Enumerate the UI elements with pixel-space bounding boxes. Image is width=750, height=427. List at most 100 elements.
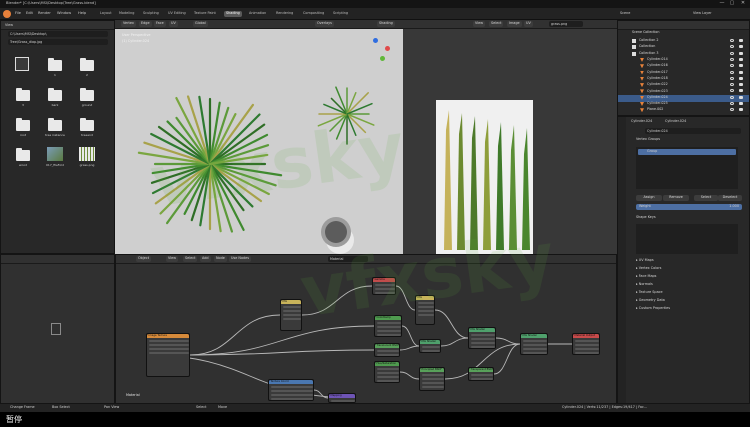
outliner-item[interactable]: Plane.002 — [618, 107, 749, 114]
shader-node[interactable]: Transparent BSDF — [468, 367, 494, 381]
visibility-eye-icon[interactable] — [730, 51, 734, 55]
outliner-root[interactable]: Scene Collection — [632, 30, 659, 38]
outliner-item-label[interactable]: Cylinder.024 — [647, 95, 668, 99]
tab-shading[interactable]: Shading — [224, 11, 242, 17]
shader-node[interactable]: Mix Shader — [520, 333, 548, 355]
render-camera-icon[interactable] — [739, 89, 743, 93]
minimize-button[interactable]: — — [718, 1, 726, 7]
outliner-item-label[interactable]: Cylinder.023 — [647, 89, 668, 93]
file-item[interactable]: bark — [41, 87, 69, 113]
viewport-menu-uv[interactable]: UV — [169, 21, 178, 27]
visibility-eye-icon[interactable] — [730, 57, 734, 61]
image-name-field[interactable]: grass.png — [549, 21, 583, 27]
view-layer-selector[interactable]: View Layer — [693, 11, 712, 15]
folder-icon[interactable] — [48, 58, 62, 71]
node-title[interactable]: Transparent BSDF — [469, 368, 493, 372]
visibility-eye-icon[interactable] — [730, 83, 734, 87]
outliner-item-label[interactable]: Cylinder.016 — [647, 64, 668, 68]
folder-icon[interactable] — [80, 58, 94, 71]
render-camera-icon[interactable] — [739, 64, 743, 68]
visibility-eye-icon[interactable] — [730, 76, 734, 80]
shader-node[interactable]: Principled BSDF — [419, 367, 445, 391]
shape-keys-header[interactable]: Shape Keys — [636, 215, 656, 223]
visibility-eye-icon[interactable] — [730, 64, 734, 68]
tab-animation[interactable]: Animation — [247, 11, 268, 17]
properties-section-header[interactable]: ▸ Vertex Colors — [636, 266, 661, 274]
file-item[interactable]: ground — [73, 87, 101, 113]
tab-scripting[interactable]: Scripting — [331, 11, 350, 17]
folder-icon[interactable] — [80, 118, 94, 131]
outliner-item-label[interactable]: Cylinder.018 — [647, 76, 668, 80]
node-title[interactable]: Principled BSDF — [420, 368, 444, 372]
visibility-eye-icon[interactable] — [730, 45, 734, 49]
tab-layout[interactable]: Layout — [98, 11, 114, 17]
outliner-item-label[interactable]: Cylinder.014 — [647, 57, 668, 61]
file-browser-view-menu[interactable]: View — [5, 23, 13, 27]
shading-button[interactable]: Shading — [377, 21, 395, 27]
remove-button[interactable]: Remove — [663, 195, 689, 201]
render-camera-icon[interactable] — [739, 51, 743, 55]
folder-icon[interactable] — [16, 88, 30, 101]
node-title[interactable]: Material Output — [573, 334, 599, 338]
tab-texture-paint[interactable]: Texture Paint — [192, 11, 218, 17]
image-menu-uv[interactable]: UV — [524, 21, 533, 27]
outliner-item-label[interactable]: Cylinder.025 — [647, 101, 668, 105]
render-camera-icon[interactable] — [739, 57, 743, 61]
folder-icon[interactable] — [16, 118, 30, 131]
assign-button[interactable]: Assign — [636, 195, 662, 201]
image-menu-image[interactable]: Image — [507, 21, 522, 27]
node-title[interactable]: Hue/Saturation — [375, 362, 399, 366]
outliner-item-label[interactable]: Cylinder.022 — [647, 82, 668, 86]
outliner-item-label[interactable]: Cylinder.017 — [647, 70, 668, 74]
folder-icon[interactable] — [16, 148, 30, 161]
file-item[interactable]: treeend — [73, 117, 101, 143]
visibility-eye-icon[interactable] — [730, 39, 734, 42]
weight-slider[interactable]: Weight 1.000 — [636, 204, 742, 210]
file-item[interactable]: grass.png — [73, 147, 101, 173]
shader-node[interactable]: Translucent BSDF — [374, 343, 400, 357]
file-name-field[interactable]: Tree\Grass_diap.jpg — [8, 39, 108, 45]
folder-icon[interactable] — [80, 88, 94, 101]
image-thumbnail-icon[interactable] — [47, 147, 63, 161]
parent-folder-icon[interactable] — [15, 57, 29, 71]
node-title[interactable]: Mix — [281, 300, 301, 304]
file-item[interactable]: 3 — [9, 87, 37, 113]
menu-file[interactable]: File — [15, 11, 21, 16]
viewport-menu-face[interactable]: Face — [154, 21, 166, 27]
render-camera-icon[interactable] — [739, 70, 743, 74]
properties-section-header[interactable]: ▸ Normals — [636, 282, 653, 290]
tab-rendering[interactable]: Rendering — [274, 11, 295, 17]
image-menu-select[interactable]: Select — [489, 21, 504, 27]
visibility-eye-icon[interactable] — [730, 108, 734, 112]
render-camera-icon[interactable] — [739, 39, 743, 42]
outliner-item-label[interactable]: Collection 3 — [639, 51, 658, 55]
file-path-field[interactable]: C:\Users\MSI\Desktop\ — [8, 31, 108, 37]
node-title[interactable]: Mix Shader — [420, 340, 440, 344]
node-title[interactable]: Mix Shader — [469, 328, 495, 332]
tab-sculpting[interactable]: Sculpting — [141, 11, 161, 17]
tab-uv-editing[interactable]: UV Editing — [166, 11, 188, 17]
file-item[interactable]: root — [9, 117, 37, 143]
node-title[interactable]: Mapping — [329, 394, 355, 398]
render-camera-icon[interactable] — [739, 95, 743, 99]
file-item[interactable]: 2 — [73, 57, 101, 83]
file-item[interactable]: 017_fileFold — [41, 147, 69, 173]
node-title[interactable]: Texture Coord — [269, 380, 313, 384]
shader-node[interactable]: Mapping — [328, 393, 356, 403]
node-title[interactable]: Image Texture — [147, 334, 189, 338]
node-title[interactable]: Mix Shader — [521, 334, 547, 338]
blender-logo-icon[interactable] — [3, 10, 11, 18]
outliner-item-label[interactable]: Collection 2 — [639, 38, 658, 42]
node-title[interactable]: Translucent BSDF — [375, 344, 399, 348]
maximize-button[interactable]: ▢ — [728, 1, 736, 7]
viewport-menu-edge[interactable]: Edge — [139, 21, 152, 27]
overlays-button[interactable]: Overlays — [315, 21, 334, 27]
close-button[interactable]: ✕ — [739, 1, 747, 7]
tab-compositing[interactable]: Compositing — [301, 11, 326, 17]
shader-node[interactable]: Hue/Saturation — [374, 361, 400, 383]
properties-section-header[interactable]: ▸ Custom Properties — [636, 306, 670, 314]
file-item[interactable]: 1 — [41, 57, 69, 83]
transform-orientation[interactable]: Global — [193, 21, 208, 27]
render-camera-icon[interactable] — [739, 45, 743, 49]
shader-node[interactable]: Mix Shader — [468, 327, 496, 349]
